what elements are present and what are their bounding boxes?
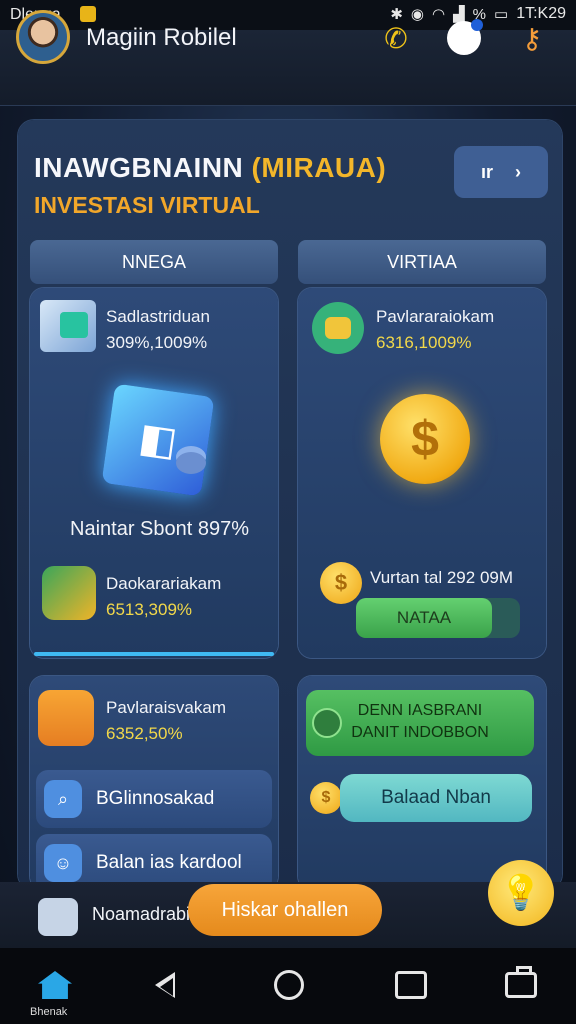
row-balan-label: Balan ias kardool xyxy=(96,852,242,873)
back-triangle-inner xyxy=(160,978,173,996)
lightbulb-icon[interactable]: 💡 xyxy=(488,860,554,926)
avatar[interactable] xyxy=(16,10,70,64)
item5-value: 6352,50% xyxy=(106,724,183,743)
hiskar-button[interactable]: Hiskar ohallen xyxy=(188,884,382,936)
home-icon xyxy=(38,971,72,999)
gift-box-icon xyxy=(38,690,94,746)
notification-icon xyxy=(80,6,96,22)
page-title: INAWGBNAINN (MIRAUA) xyxy=(34,152,386,184)
nav-home-label: Bhenak xyxy=(30,1006,68,1018)
person-icon: ☺ xyxy=(44,844,82,882)
page-subtitle: INVESTASI VIRTUAL xyxy=(34,192,260,218)
circle-icon xyxy=(274,970,304,1000)
laptop-money-icon xyxy=(40,300,96,352)
briefcase-icon xyxy=(505,966,537,998)
chevron-right-icon: › xyxy=(515,161,521,182)
small-dollar-coin-icon: $ xyxy=(320,562,362,604)
cube-icon: ◧ xyxy=(101,383,215,497)
key-icon[interactable]: ⚷ xyxy=(512,18,552,58)
strip-label: Noamadrabil xyxy=(92,904,195,924)
top-action-label: ır xyxy=(480,161,493,182)
user-name: Magiin Robilel xyxy=(86,24,237,51)
dollar-coin-icon: $ xyxy=(380,394,470,484)
item1-value: 309%,1009% xyxy=(106,333,208,352)
card-left-progress xyxy=(34,652,274,656)
nav-home-button[interactable] xyxy=(30,962,80,1008)
home-circle-button[interactable] xyxy=(264,962,314,1008)
chat-bubble-icon[interactable] xyxy=(444,18,484,58)
item2-label: Daokarariakam xyxy=(106,574,222,593)
coin-stack-icon xyxy=(176,452,206,474)
balaad-button[interactable]: Balaad Nban xyxy=(340,774,532,822)
natara-button[interactable]: NATAA xyxy=(356,598,492,638)
top-action-button[interactable]: ır › xyxy=(454,146,548,198)
gold-bag-icon xyxy=(312,302,364,354)
row-bglinnosakad[interactable]: ⌕ BGlinnosakad xyxy=(36,770,272,828)
item2-value: 6513,309% xyxy=(106,600,193,619)
battery-icon: ▭ xyxy=(494,6,509,23)
coin-icon: $ xyxy=(310,782,342,814)
center-stat: Naintar Sbont 897% xyxy=(70,518,250,540)
chart-icon xyxy=(38,898,78,936)
item3-label: Pavlararaiokam xyxy=(376,307,495,326)
recents-icon xyxy=(395,971,427,999)
item5-label: Pavlaraisvakam xyxy=(106,698,226,717)
tab-virtiaa[interactable]: VIRTIAA xyxy=(298,240,546,284)
recents-button[interactable] xyxy=(386,962,436,1008)
item1-label: Sadlastriduan xyxy=(106,307,210,326)
briefcase-button[interactable] xyxy=(496,962,546,1008)
page-title-text: INAWGBNAINN xyxy=(34,152,244,183)
money-bag-icon xyxy=(42,566,96,620)
search-icon: ⌕ xyxy=(44,780,82,818)
phone-sparkle-icon[interactable]: ✆ xyxy=(376,18,416,58)
page-title-highlight: (MIRAUA) xyxy=(251,152,387,183)
green-coin-icon xyxy=(312,708,342,738)
item3-value: 6316,1009% xyxy=(376,333,472,352)
row-bglinnosakad-label: BGlinnosakad xyxy=(96,788,215,809)
tab-nnega[interactable]: NNEGA xyxy=(30,240,278,284)
item4-label: Vurtan tal 292 09M xyxy=(370,568,514,587)
